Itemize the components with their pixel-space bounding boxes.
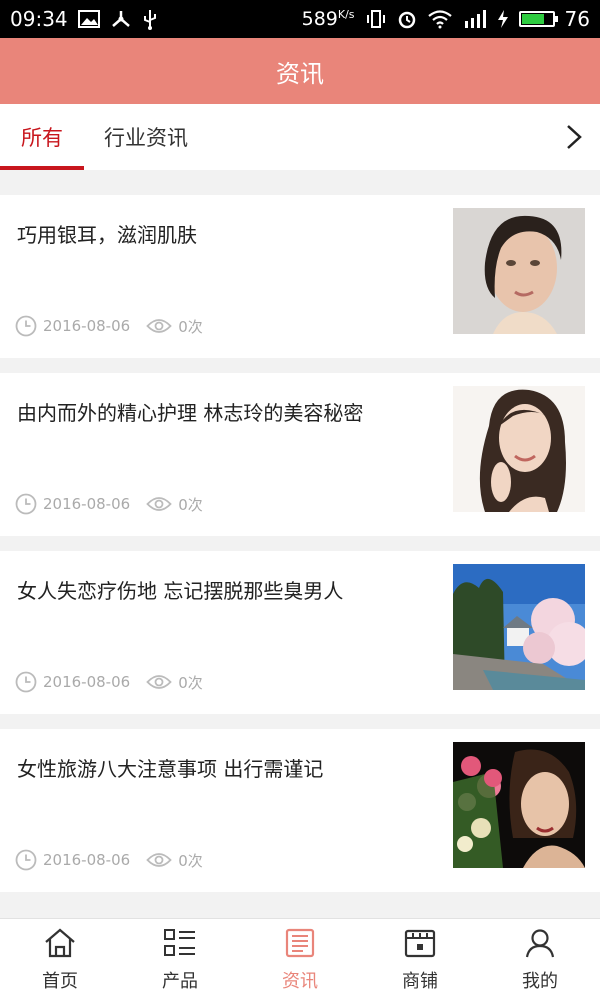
- news-date: 2016-08-06: [43, 673, 131, 691]
- news-item[interactable]: 女人失恋疗伤地 忘记摆脱那些臭男人 2016-08-06 0次: [0, 551, 600, 714]
- news-item[interactable]: 女性旅游八大注意事项 出行需谨记 2016-08-06 0次: [0, 729, 600, 892]
- store-icon: [403, 928, 437, 967]
- status-bar: 09:34 589K/s 76: [0, 0, 600, 38]
- header-bar: 资讯: [0, 38, 600, 104]
- wifi-icon: [427, 9, 453, 29]
- clock: 09:34: [10, 7, 68, 31]
- news-title[interactable]: 由内而外的精心护理 林志玲的美容秘密: [17, 398, 437, 428]
- gallery-icon: [77, 10, 100, 28]
- product-list-icon: [163, 928, 197, 967]
- nav-news[interactable]: 资讯: [240, 919, 360, 1001]
- user-icon: [523, 928, 557, 967]
- clock-icon: [15, 849, 37, 871]
- news-thumbnail[interactable]: [453, 564, 585, 690]
- battery-icon: [518, 11, 558, 27]
- news-title[interactable]: 女人失恋疗伤地 忘记摆脱那些臭男人: [17, 576, 437, 606]
- charging-icon: [497, 9, 509, 29]
- news-thumbnail[interactable]: [453, 208, 585, 334]
- tab-industry-news[interactable]: 行业资讯: [104, 104, 188, 170]
- nav-store-label: 商铺: [402, 970, 438, 992]
- usb-icon: [142, 8, 158, 30]
- eye-icon: [146, 317, 172, 335]
- news-meta: 2016-08-06 0次: [15, 493, 203, 515]
- news-meta: 2016-08-06 0次: [15, 671, 203, 693]
- news-thumbnail[interactable]: [453, 742, 585, 868]
- news-list: 巧用银耳，滋润肌肤 2016-08-06 0次 由内而外的精心护理 林志玲的美容…: [0, 195, 600, 907]
- vibrate-icon: [365, 9, 387, 29]
- eye-icon: [146, 495, 172, 513]
- nav-store[interactable]: 商铺: [360, 919, 480, 1001]
- news-views: 0次: [178, 495, 203, 514]
- nav-home[interactable]: 首页: [0, 919, 120, 1001]
- news-views: 0次: [178, 851, 203, 870]
- news-date: 2016-08-06: [43, 317, 131, 335]
- nav-mine[interactable]: 我的: [480, 919, 600, 1001]
- page-title: 资讯: [276, 59, 324, 88]
- nav-home-label: 首页: [42, 970, 78, 992]
- news-item[interactable]: 巧用银耳，滋润肌肤 2016-08-06 0次: [0, 195, 600, 358]
- news-views: 0次: [178, 673, 203, 692]
- chevron-right-icon[interactable]: [558, 122, 588, 152]
- news-title[interactable]: 巧用银耳，滋润肌肤: [17, 220, 437, 250]
- battery-level: 76: [564, 7, 590, 31]
- nav-products[interactable]: 产品: [120, 919, 240, 1001]
- news-meta: 2016-08-06 0次: [15, 849, 203, 871]
- nav-products-label: 产品: [162, 970, 198, 992]
- news-item[interactable]: 由内而外的精心护理 林志玲的美容秘密 2016-08-06 0次: [0, 373, 600, 536]
- share-icon: [110, 9, 132, 29]
- news-date: 2016-08-06: [43, 495, 131, 513]
- news-date: 2016-08-06: [43, 851, 131, 869]
- news-views: 0次: [178, 317, 203, 336]
- nav-mine-label: 我的: [522, 970, 558, 992]
- network-speed: 589K/s: [301, 8, 355, 30]
- clock-icon: [15, 493, 37, 515]
- news-thumbnail[interactable]: [453, 386, 585, 512]
- eye-icon: [146, 851, 172, 869]
- eye-icon: [146, 673, 172, 691]
- nav-news-label: 资讯: [282, 970, 318, 992]
- tab-bar: 所有 行业资讯: [0, 104, 600, 170]
- clock-icon: [15, 315, 37, 337]
- signal-icon: [463, 9, 487, 29]
- alarm-icon: [397, 9, 417, 29]
- news-meta: 2016-08-06 0次: [15, 315, 203, 337]
- news-title[interactable]: 女性旅游八大注意事项 出行需谨记: [17, 754, 437, 784]
- tab-all[interactable]: 所有: [0, 104, 84, 170]
- news-icon: [283, 928, 317, 967]
- clock-icon: [15, 671, 37, 693]
- home-icon: [43, 928, 77, 967]
- bottom-nav: 首页 产品 资讯 商铺 我的: [0, 918, 600, 1001]
